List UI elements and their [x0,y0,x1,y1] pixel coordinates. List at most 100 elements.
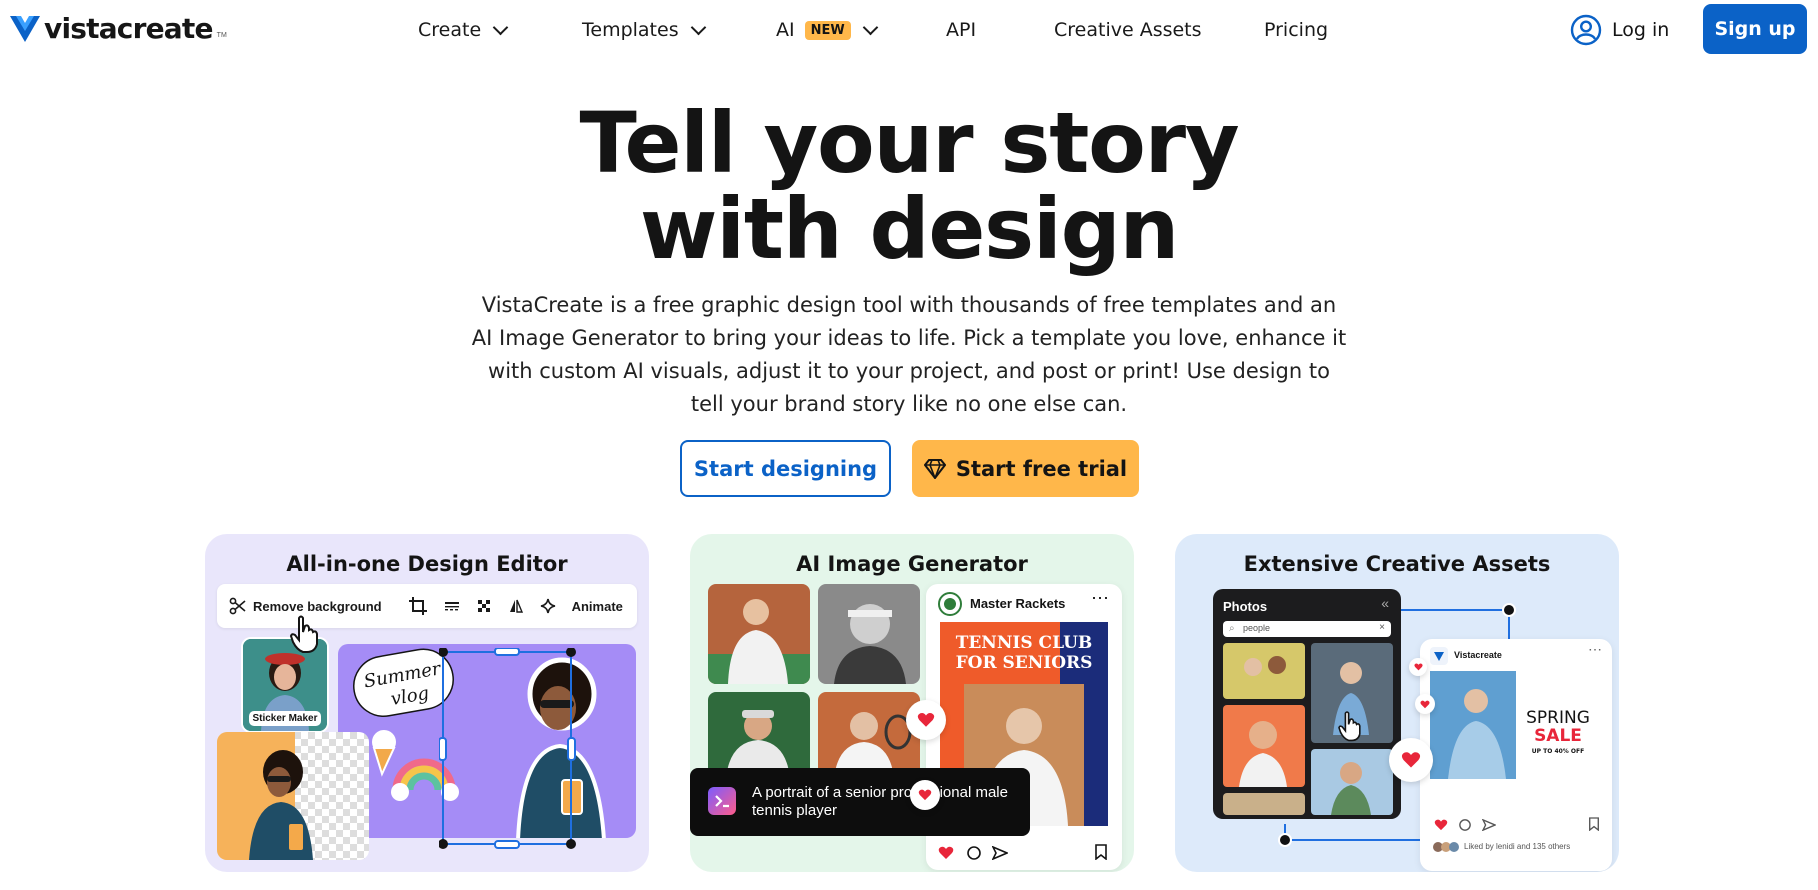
tennis-player-photo [708,584,810,684]
ai-prompt-text: A portrait of a senior professional male… [752,784,1008,819]
generated-photo-4[interactable] [818,692,920,778]
heart-icon[interactable] [938,846,954,860]
nav-ai[interactable]: AI NEW [776,0,878,60]
sale-sub: UP TO 40% OFF [1532,748,1584,755]
sale-line2: SALE [1534,726,1582,746]
login-link[interactable]: Log in [1570,12,1669,48]
vc-share-icon[interactable] [1482,819,1496,831]
vistacreate-avatar [1430,647,1448,665]
nav-creative-assets[interactable]: Creative Assets [1054,0,1202,60]
chevron-down-icon [862,19,878,36]
nav-api-label: API [946,19,977,41]
clear-search-icon[interactable]: × [1379,622,1385,633]
hero-description: VistaCreate is a free graphic design too… [471,293,1347,416]
site-header: vistacreate TM Create Templates AI NEW A… [0,0,1818,60]
chevron-down-icon [690,19,706,36]
senior-headband-photo [818,584,920,684]
comment-icon[interactable] [966,846,982,860]
hero-title-line2: with design [639,180,1179,278]
generated-photo-2[interactable] [818,584,920,684]
nav-creative-assets-label: Creative Assets [1054,19,1202,41]
hand-cursor-icon [1338,711,1361,742]
vistacreate-post-preview: Vistacreate ⋯ SPRING SALE UP TO 40% OFF … [1420,639,1612,871]
flip-icon[interactable] [508,598,524,614]
hand-cursor-icon [289,615,318,653]
like-bubble-small-icon [910,780,940,810]
poster-line1: TENNIS CLUB [956,633,1093,653]
sparkle-icon[interactable] [540,598,556,614]
background-removal-preview [217,732,369,860]
design-editor-title: All-in-one Design Editor [286,552,568,576]
nav-ai-label: AI [776,19,795,41]
ai-prompt-box[interactable]: A portrait of a senior professional male… [690,768,1030,836]
vc-comment-icon[interactable] [1458,819,1472,831]
nav-api[interactable]: API [946,0,976,60]
start-designing-button[interactable]: Start designing [680,440,891,497]
vc-bookmark-icon[interactable] [1588,817,1600,831]
woman-cutout-image [249,750,313,860]
spring-sale-post-image: SPRING SALE UP TO 40% OFF [1430,671,1602,779]
bookmark-icon[interactable] [1094,844,1108,860]
sticker-maker-label: Sticker Maker [249,711,321,726]
post-account-name: Master Rackets [970,596,1066,611]
liked-by-avatars [1433,842,1459,852]
crop-icon[interactable] [408,596,428,616]
photos-search-value: people [1243,623,1271,633]
post-more-options-icon[interactable]: ⋯ [1588,641,1602,658]
vistacreate-logo[interactable]: vistacreate TM [10,12,227,45]
logo-trademark: TM [216,32,227,39]
transparency-icon[interactable] [476,598,492,614]
senior-racket-photo [818,692,920,778]
logo-wordmark: vistacreate [44,12,213,45]
floating-heart-icon [1415,694,1435,714]
photos-search-input[interactable]: ⌕ people × [1223,621,1391,637]
login-label: Log in [1612,19,1670,41]
new-badge: NEW [804,20,851,40]
photo-results-grid[interactable] [1223,643,1393,815]
connector-dot [1502,603,1516,617]
master-rackets-avatar [938,592,962,616]
generated-photo-3[interactable] [708,692,810,778]
user-icon [1570,14,1602,46]
sale-line1: SPRING [1526,708,1590,728]
remove-background-label: Remove background [253,598,382,614]
nav-templates[interactable]: Templates [582,0,706,60]
photos-panel-title: Photos [1223,599,1268,614]
terminal-prompt-icon [708,787,736,815]
poster-line2: FOR SENIORS [956,653,1093,673]
nav-templates-label: Templates [582,19,679,41]
search-icon: ⌕ [1229,623,1235,634]
hero-title: Tell your story with design [0,100,1818,272]
editor-toolbar: Remove background Animate [217,584,637,628]
animate-tool[interactable]: Animate [572,599,623,614]
adjust-icon[interactable] [444,598,460,614]
design-editor-card[interactable]: All-in-one Design Editor Remove backgrou… [205,534,649,872]
signup-button[interactable]: Sign up [1703,4,1807,54]
start-free-trial-button[interactable]: Start free trial [912,440,1139,497]
selection-frame[interactable] [439,648,579,854]
diamond-icon [923,458,946,479]
ai-image-generator-card[interactable]: AI Image Generator Master Rackets ⋯ TENN… [690,534,1134,872]
nav-create[interactable]: Create [418,0,509,60]
nav-create-label: Create [418,19,482,41]
like-bubble-icon [1389,738,1433,782]
photos-panel: Photos « ⌕ people × [1213,589,1401,819]
generated-photo-1[interactable] [708,584,810,684]
share-icon[interactable] [992,846,1008,860]
floating-heart-icon [1409,658,1427,676]
vistacreate-post-account: Vistacreate [1454,650,1502,660]
scissors-icon [229,597,246,615]
vc-heart-icon[interactable] [1434,819,1448,831]
start-free-trial-label: Start free trial [955,456,1128,481]
nav-pricing-label: Pricing [1264,19,1329,41]
liked-by-text: Liked by lenidi and 135 others [1464,842,1571,851]
remove-background-tool[interactable]: Remove background [229,597,382,615]
hero-title-line1: Tell your story [579,94,1240,192]
creative-assets-card[interactable]: Extensive Creative Assets Photos « ⌕ peo… [1175,534,1619,872]
ai-generator-title: AI Image Generator [796,552,1028,576]
tennis-cap-photo [708,692,810,778]
more-options-icon[interactable]: ⋯ [1091,588,1110,609]
nav-pricing[interactable]: Pricing [1264,0,1328,60]
like-bubble-icon [906,700,946,740]
collapse-panel-icon[interactable]: « [1381,595,1389,611]
